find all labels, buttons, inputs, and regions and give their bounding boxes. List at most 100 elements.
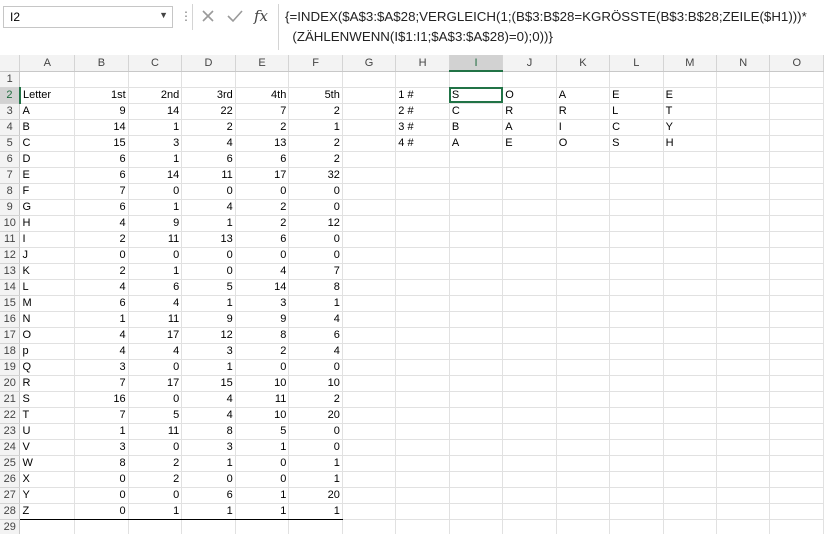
cell-j12[interactable] [502, 247, 557, 264]
cell-n10[interactable] [716, 215, 771, 232]
row-header-4[interactable]: 4 [0, 119, 21, 136]
cell-h11[interactable] [395, 231, 450, 248]
cell-d19[interactable]: 1 [181, 359, 236, 376]
cell-j15[interactable] [502, 295, 557, 312]
cell-n2[interactable] [716, 87, 771, 104]
cell-a26[interactable]: X [19, 471, 76, 488]
cell-o10[interactable] [769, 215, 824, 232]
cell-b4[interactable]: 14 [74, 119, 129, 136]
cell-d26[interactable]: 0 [181, 471, 236, 488]
cell-o3[interactable] [769, 103, 824, 120]
cell-d25[interactable]: 1 [181, 455, 236, 472]
cell-o2[interactable] [769, 87, 824, 104]
cell-e7[interactable]: 17 [235, 167, 290, 184]
cell-c19[interactable]: 0 [128, 359, 183, 376]
cell-a18[interactable]: p [19, 343, 76, 360]
cell-d11[interactable]: 13 [181, 231, 236, 248]
cell-f3[interactable]: 2 [288, 103, 343, 120]
cell-g23[interactable] [342, 423, 397, 440]
cell-m17[interactable] [663, 327, 718, 344]
cell-g22[interactable] [342, 407, 397, 424]
cell-g27[interactable] [342, 487, 397, 504]
cell-l8[interactable] [609, 183, 664, 200]
cell-c15[interactable]: 4 [128, 295, 183, 312]
cell-g7[interactable] [342, 167, 397, 184]
row-header-23[interactable]: 23 [0, 423, 21, 440]
cell-d10[interactable]: 1 [181, 215, 236, 232]
cell-a25[interactable]: W [19, 455, 76, 472]
cell-l22[interactable] [609, 407, 664, 424]
cell-e25[interactable]: 0 [235, 455, 290, 472]
cell-g28[interactable] [342, 503, 397, 520]
row-header-11[interactable]: 11 [0, 231, 21, 248]
cell-c5[interactable]: 3 [128, 135, 183, 152]
cell-g16[interactable] [342, 311, 397, 328]
cell-j1[interactable] [502, 71, 557, 88]
cell-e10[interactable]: 2 [235, 215, 290, 232]
cell-g10[interactable] [342, 215, 397, 232]
cell-f20[interactable]: 10 [288, 375, 343, 392]
cell-f27[interactable]: 20 [288, 487, 343, 504]
cell-l1[interactable] [609, 71, 664, 88]
row-header-10[interactable]: 10 [0, 215, 21, 232]
cell-k24[interactable] [556, 439, 611, 456]
cell-k22[interactable] [556, 407, 611, 424]
cell-e16[interactable]: 9 [235, 311, 290, 328]
cell-n28[interactable] [716, 503, 771, 520]
cell-m21[interactable] [663, 391, 718, 408]
cell-k26[interactable] [556, 471, 611, 488]
cell-c3[interactable]: 14 [128, 103, 183, 120]
cell-l21[interactable] [609, 391, 664, 408]
cell-j16[interactable] [502, 311, 557, 328]
cell-b13[interactable]: 2 [74, 263, 129, 280]
cell-n19[interactable] [716, 359, 771, 376]
column-header-h[interactable]: H [395, 55, 450, 72]
cell-n18[interactable] [716, 343, 771, 360]
cell-c1[interactable] [128, 71, 183, 88]
cell-a6[interactable]: D [19, 151, 76, 168]
column-header-b[interactable]: B [74, 55, 129, 72]
cell-b9[interactable]: 6 [74, 199, 129, 216]
cell-o17[interactable] [769, 327, 824, 344]
cell-c11[interactable]: 11 [128, 231, 183, 248]
cell-i26[interactable] [449, 471, 504, 488]
cell-h13[interactable] [395, 263, 450, 280]
cell-b15[interactable]: 6 [74, 295, 129, 312]
cell-n12[interactable] [716, 247, 771, 264]
cell-h1[interactable] [395, 71, 450, 88]
cell-a7[interactable]: E [19, 167, 76, 184]
cell-l6[interactable] [609, 151, 664, 168]
insert-function-icon[interactable]: fx [250, 5, 272, 27]
cell-g26[interactable] [342, 471, 397, 488]
cell-i10[interactable] [449, 215, 504, 232]
cell-a27[interactable]: Y [19, 487, 76, 504]
row-header-16[interactable]: 16 [0, 311, 21, 328]
cell-o1[interactable] [769, 71, 824, 88]
cell-f8[interactable]: 0 [288, 183, 343, 200]
cell-c12[interactable]: 0 [128, 247, 183, 264]
cell-l25[interactable] [609, 455, 664, 472]
cell-d2[interactable]: 3rd [181, 86, 236, 104]
cell-o9[interactable] [769, 199, 824, 216]
cell-e28[interactable]: 1 [235, 503, 290, 520]
cell-i9[interactable] [449, 199, 504, 216]
cell-l11[interactable] [609, 231, 664, 248]
cell-j28[interactable] [502, 503, 557, 520]
cell-b10[interactable]: 4 [74, 215, 129, 232]
cell-m12[interactable] [663, 247, 718, 264]
cell-m23[interactable] [663, 423, 718, 440]
cell-j4[interactable]: A [502, 119, 557, 136]
cell-n11[interactable] [716, 231, 771, 248]
cell-i7[interactable] [449, 167, 504, 184]
cell-h28[interactable] [395, 503, 450, 520]
cell-a10[interactable]: H [19, 215, 76, 232]
cell-e15[interactable]: 3 [235, 295, 290, 312]
cell-e1[interactable] [235, 71, 290, 88]
cell-b29[interactable] [74, 519, 129, 534]
cell-k2[interactable]: A [556, 87, 611, 104]
cell-e24[interactable]: 1 [235, 439, 290, 456]
row-header-6[interactable]: 6 [0, 151, 21, 168]
cell-h22[interactable] [395, 407, 450, 424]
cell-m2[interactable]: E [663, 87, 718, 104]
cell-b12[interactable]: 0 [74, 247, 129, 264]
